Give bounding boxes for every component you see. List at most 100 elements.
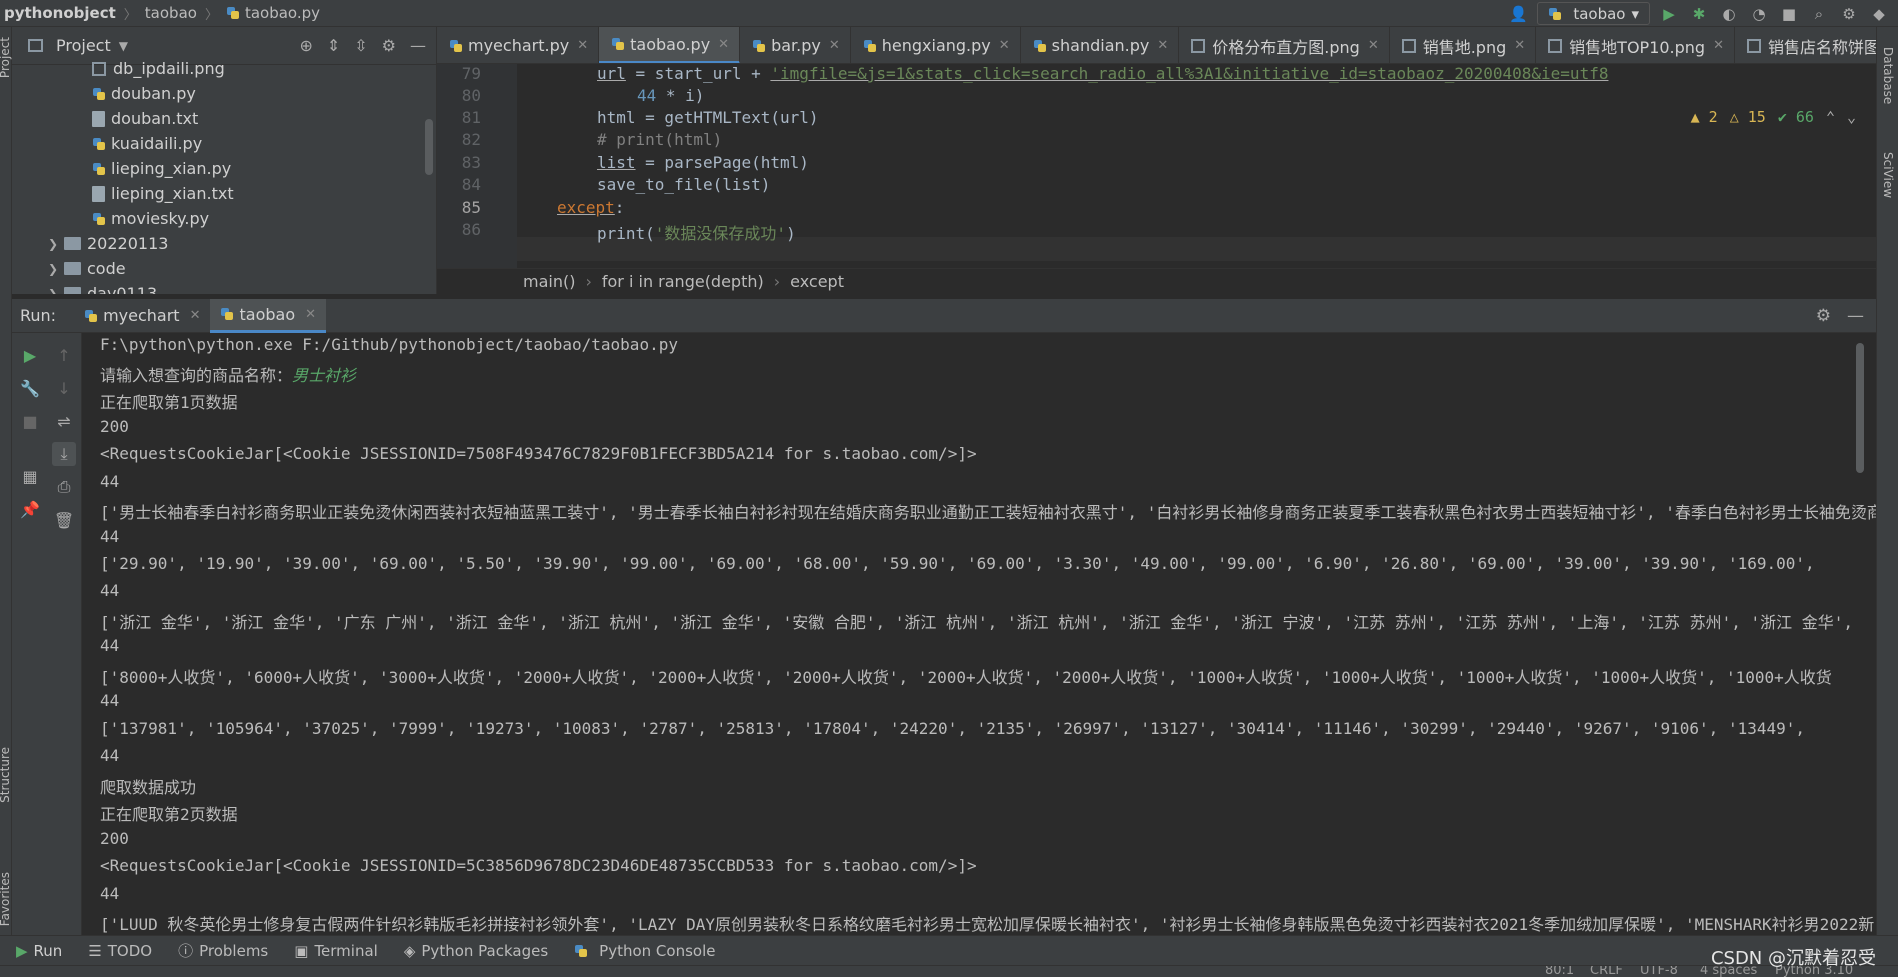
run-tab-myechart[interactable]: myechart ✕ xyxy=(74,299,210,333)
run-configuration-select[interactable]: taobao ▾ xyxy=(1537,2,1650,25)
tree-file[interactable]: db_ipdaili.png xyxy=(12,56,422,81)
run-icon[interactable]: ▶ xyxy=(1658,3,1680,25)
tree-folder[interactable]: ❯ code xyxy=(12,256,422,281)
tab-shandian[interactable]: shandian.py ✕ xyxy=(1021,27,1180,63)
tab-hengxiang[interactable]: hengxiang.py ✕ xyxy=(851,27,1021,63)
tree-folder[interactable]: ❯ 20220113 xyxy=(12,231,422,256)
collapse-all-icon[interactable]: ⇳ xyxy=(354,36,367,55)
update-icon[interactable]: ◆ xyxy=(1868,3,1890,25)
line-separator[interactable]: CRLF xyxy=(1590,966,1623,977)
status-bar: 80:1 CRLF UTF-8 4 spaces Python 3.10 xyxy=(0,965,1898,977)
close-icon[interactable]: ✕ xyxy=(999,38,1010,53)
console-scrollbar[interactable] xyxy=(1856,343,1864,473)
project-scrollbar[interactable] xyxy=(425,119,433,175)
gear-icon[interactable]: ⚙ xyxy=(1816,306,1831,326)
trash-icon[interactable]: 🗑 xyxy=(52,508,76,532)
close-icon[interactable]: ✕ xyxy=(1713,38,1724,53)
hide-icon[interactable]: — xyxy=(410,36,426,55)
close-icon[interactable]: ✕ xyxy=(577,38,588,53)
warning-count[interactable]: △ 15 xyxy=(1730,108,1766,126)
stop-icon[interactable]: ■ xyxy=(18,409,42,433)
sciview-tool-label[interactable]: SciView xyxy=(1881,152,1895,198)
tab-price-histogram[interactable]: 价格分布直方图.png ✕ xyxy=(1179,27,1390,63)
gear-icon[interactable]: ⚙ xyxy=(1838,3,1860,25)
tab-sales-location[interactable]: 销售地.png ✕ xyxy=(1390,27,1537,63)
coverage-icon[interactable]: ◐ xyxy=(1718,3,1740,25)
close-icon[interactable]: ✕ xyxy=(190,308,201,323)
breadcrumb-item[interactable]: except xyxy=(790,272,844,291)
tab-shop-pie[interactable]: 销售店名称饼图分析 xyxy=(1735,27,1876,63)
console-output[interactable]: F:\python\python.exe F:/Github/pythonobj… xyxy=(82,333,1876,935)
nav-project[interactable]: pythonobject xyxy=(0,4,120,22)
arrow-down-icon[interactable]: ↓ xyxy=(52,376,76,400)
arrow-up-icon[interactable]: ↑ xyxy=(52,343,76,367)
error-count[interactable]: ▲ 2 xyxy=(1691,108,1718,126)
console-line: 44 xyxy=(100,884,120,903)
tab-taobao[interactable]: taobao.py ✕ xyxy=(599,27,741,63)
tree-file[interactable]: lieping_xian.py xyxy=(12,156,422,181)
tab-sales-location-top10[interactable]: 销售地TOP10.png ✕ xyxy=(1536,27,1735,63)
code-area[interactable]: 79 80 81 82 83 84 85 86 url = start_url … xyxy=(437,64,1876,268)
database-tool-label[interactable]: Database xyxy=(1881,47,1895,104)
nav-folder[interactable]: taobao xyxy=(141,4,201,22)
tool-tab-run[interactable]: ▶ Run xyxy=(16,942,62,960)
breadcrumb-item[interactable]: for i in range(depth) xyxy=(602,272,764,291)
stop-icon[interactable]: ■ xyxy=(1778,3,1800,25)
user-icon[interactable]: 👤 xyxy=(1507,3,1529,25)
run-tab-taobao[interactable]: taobao ✕ xyxy=(210,298,327,333)
chevron-right-icon[interactable]: ❯ xyxy=(42,262,64,276)
layout-icon[interactable]: ▦ xyxy=(18,464,42,488)
chevron-right-icon[interactable]: ❯ xyxy=(42,287,64,295)
chevron-right-icon[interactable]: ❯ xyxy=(42,237,64,251)
hide-icon[interactable]: — xyxy=(1847,306,1864,326)
tree-file[interactable]: kuaidaili.py xyxy=(12,131,422,156)
tree-file[interactable]: moviesky.py xyxy=(12,206,422,231)
inspection-widget[interactable]: ▲ 2 △ 15 ✔ 66 ⌃ ⌄ xyxy=(1680,108,1856,126)
close-icon[interactable]: ✕ xyxy=(1368,38,1379,53)
scroll-to-end-icon[interactable]: ⤓ xyxy=(52,442,76,466)
structure-tool-label[interactable]: Structure xyxy=(0,747,12,803)
print-icon[interactable]: ⎙ xyxy=(52,475,76,499)
caret-position[interactable]: 80:1 xyxy=(1545,966,1574,977)
tab-myechart[interactable]: myechart.py ✕ xyxy=(437,27,600,63)
nav-file[interactable]: taobao.py xyxy=(222,4,324,22)
tool-tab-todo[interactable]: ☰ TODO xyxy=(88,942,152,960)
close-icon[interactable]: ✕ xyxy=(305,307,316,322)
chevron-down-icon[interactable]: ▼ xyxy=(119,39,128,53)
pin-icon[interactable]: 📌 xyxy=(18,497,42,521)
tree-folder[interactable]: ❯ day0113 xyxy=(12,281,422,294)
tree-file[interactable]: douban.txt xyxy=(12,106,422,131)
run-panel-header: Run: myechart ✕ taobao ✕ ⚙ — xyxy=(12,298,1876,333)
debug-icon[interactable]: ✱ xyxy=(1688,3,1710,25)
soft-wrap-icon[interactable]: ⇌ xyxy=(52,409,76,433)
tab-bar[interactable]: bar.py ✕ xyxy=(740,27,851,63)
tool-tab-python-packages[interactable]: ◈ Python Packages xyxy=(404,942,548,960)
tool-tab-problems[interactable]: ⓘ Problems xyxy=(178,940,268,961)
folder-icon xyxy=(64,237,81,250)
project-panel-title[interactable]: Project xyxy=(56,36,111,55)
tree-file[interactable]: douban.py xyxy=(12,81,422,106)
file-encoding[interactable]: UTF-8 xyxy=(1640,966,1678,977)
tool-tab-python-console[interactable]: Python Console xyxy=(574,942,715,960)
tree-file[interactable]: lieping_xian.txt xyxy=(12,181,422,206)
tool-tab-terminal[interactable]: ▣ Terminal xyxy=(294,942,378,960)
search-icon[interactable]: ⌕ xyxy=(1808,3,1830,25)
close-icon[interactable]: ✕ xyxy=(1514,38,1525,53)
locate-icon[interactable]: ⊕ xyxy=(299,36,312,55)
project-tool-label[interactable]: Project xyxy=(0,37,12,78)
run-icon: ▶ xyxy=(16,941,28,960)
wrench-icon[interactable]: 🔧 xyxy=(18,376,42,400)
close-icon[interactable]: ✕ xyxy=(718,37,729,52)
close-icon[interactable]: ✕ xyxy=(1157,38,1168,53)
line-number: 83 xyxy=(461,153,481,172)
ok-count[interactable]: ✔ 66 xyxy=(1778,108,1814,126)
rerun-icon[interactable]: ▶ xyxy=(18,343,42,367)
chevron-down-icon[interactable]: ⌄ xyxy=(1847,108,1856,126)
breadcrumb-item[interactable]: main() xyxy=(523,272,575,291)
chevron-up-icon[interactable]: ⌃ xyxy=(1826,108,1835,126)
favorites-tool-label[interactable]: Favorites xyxy=(0,872,12,926)
profile-icon[interactable]: ◔ xyxy=(1748,3,1770,25)
gear-icon[interactable]: ⚙ xyxy=(382,36,396,55)
close-icon[interactable]: ✕ xyxy=(829,38,840,53)
expand-all-icon[interactable]: ⇕ xyxy=(327,36,340,55)
